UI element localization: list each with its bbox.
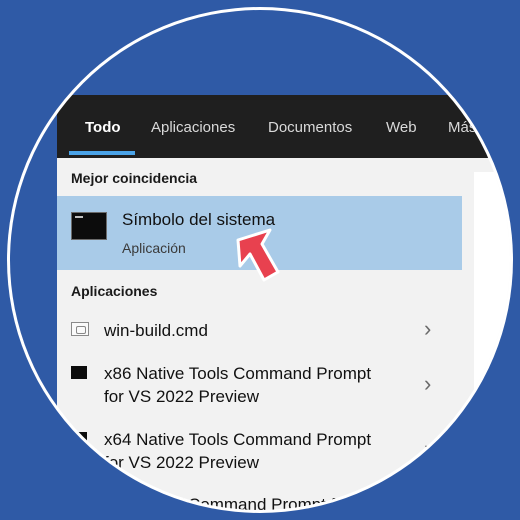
tab-mas[interactable]: Más: [448, 119, 476, 136]
tab-web[interactable]: Web: [386, 119, 417, 136]
terminal-icon: [71, 212, 107, 240]
chevron-right-icon[interactable]: ›: [424, 318, 431, 340]
app-item-line: x86 Native Tools Command Prompt: [104, 364, 372, 383]
tab-documentos[interactable]: Documentos: [268, 119, 352, 136]
app-item-win-build[interactable]: win-build.cmd: [104, 319, 208, 342]
terminal-icon: [71, 432, 87, 445]
cmd-file-icon: [71, 322, 89, 336]
app-item-x64-native-tools[interactable]: x64 Native Tools Command Prompt for VS 2…: [104, 428, 371, 474]
app-item-x86-native-tools[interactable]: x86 Native Tools Command Prompt for VS 2…: [104, 362, 371, 408]
best-match-type: Aplicación: [122, 240, 186, 256]
app-item-line: Command Prompt f: [188, 495, 336, 510]
search-tab-bar: Todo Aplicaciones Documentos Web Más: [57, 95, 510, 158]
preview-card: [474, 172, 510, 510]
terminal-icon: [168, 498, 184, 510]
app-item-command-prompt[interactable]: Command Prompt f: [188, 493, 335, 510]
tab-aplicaciones[interactable]: Aplicaciones: [151, 119, 235, 136]
pointer-arrow-icon: [236, 228, 280, 282]
terminal-icon: [71, 366, 87, 379]
chevron-right-icon[interactable]: ›: [424, 438, 431, 460]
app-item-line: for VS 2022 Preview: [104, 453, 259, 472]
zoom-circle: Todo Aplicaciones Documentos Web Más Mej…: [10, 10, 510, 510]
desktop-background: [10, 10, 510, 95]
active-tab-indicator: [69, 151, 135, 155]
desktop-background-left: [10, 95, 57, 510]
app-item-line: win-build.cmd: [104, 321, 208, 340]
apps-heading: Aplicaciones: [71, 283, 158, 299]
app-item-line: x64 Native Tools Command Prompt: [104, 430, 372, 449]
app-item-line: for VS 2022 Preview: [104, 387, 259, 406]
tab-todo[interactable]: Todo: [85, 119, 121, 136]
chevron-right-icon[interactable]: ›: [424, 373, 431, 395]
best-match-heading: Mejor coincidencia: [71, 170, 198, 186]
